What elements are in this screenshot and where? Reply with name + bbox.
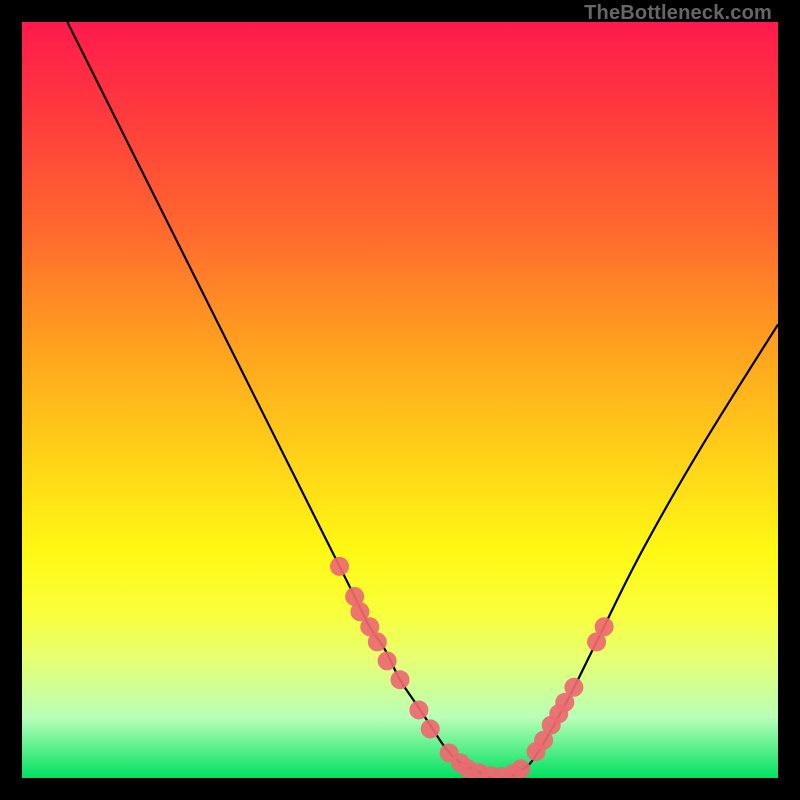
data-marker (378, 652, 396, 670)
plot-area (22, 22, 778, 778)
data-marker (368, 633, 386, 651)
data-marker (410, 701, 428, 719)
chart-frame: TheBottleneck.com (22, 22, 778, 778)
data-marker (512, 760, 530, 778)
data-marker (565, 678, 583, 696)
data-marker (421, 720, 439, 738)
data-marker (331, 557, 349, 575)
data-marker (595, 618, 613, 636)
marker-group (331, 557, 614, 778)
data-marker (391, 671, 409, 689)
chart-svg (22, 22, 778, 778)
bottleneck-curve (67, 22, 778, 778)
